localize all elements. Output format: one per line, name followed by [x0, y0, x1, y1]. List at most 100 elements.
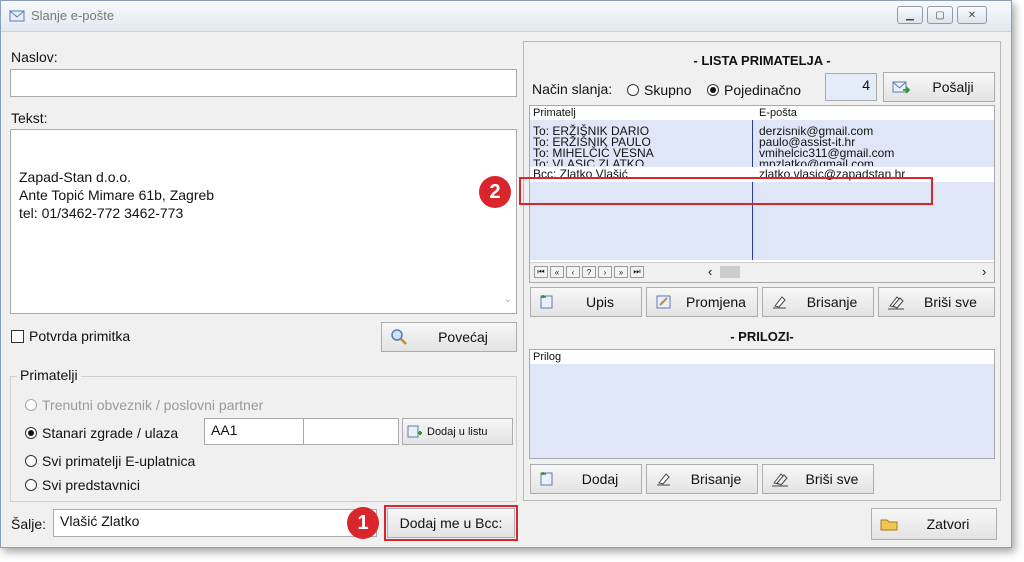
row-4-primatelj[interactable]: To: VLAŠIĆ ZLATKO	[533, 159, 644, 166]
naslov-label: Naslov:	[11, 49, 58, 65]
tekst-line-2: Ante Topić Mimare 61b, Zagreb	[19, 187, 215, 203]
radio-svi-eup-label: Svi primatelji E-uplatnica	[42, 453, 196, 469]
brisanje-prilog-button[interactable]: Brisanje	[646, 464, 758, 494]
maximize-icon: ▢	[935, 9, 945, 21]
grid-navigator[interactable]: ⏮ « ‹ ? › » ⏭	[534, 266, 646, 278]
nav-help-icon[interactable]: ?	[582, 266, 596, 278]
potvrda-label: Potvrda primitka	[29, 328, 131, 344]
nav-prev-icon[interactable]: ‹	[566, 266, 580, 278]
col-primatelj-header[interactable]: Primatelj	[533, 108, 576, 119]
radio-pojedinacno-label: Pojedinačno	[724, 82, 802, 98]
count-field[interactable]: 4	[825, 73, 877, 101]
scroll-left-icon[interactable]: ‹	[708, 264, 712, 279]
add-list-icon	[407, 425, 422, 437]
posalji-label: Pošalji	[932, 79, 974, 95]
radio-predstavnici[interactable]: Svi predstavnici	[25, 477, 140, 493]
tekst-line-1: Zapad-Stan d.o.o.	[19, 169, 132, 185]
nav-first-icon[interactable]: ⏮	[534, 266, 548, 278]
annotation-badge-1: 1	[347, 507, 379, 539]
dodaj-label: Dodaj	[581, 471, 619, 487]
stanari-input-2[interactable]	[303, 418, 399, 445]
row-4-eposta[interactable]: mpzlatko@gmail.com	[759, 159, 874, 166]
eraser-icon	[773, 296, 786, 309]
col-eposta-header[interactable]: E-pošta	[759, 108, 797, 119]
row-3-eposta[interactable]: vmihelcic311@gmail.com	[759, 147, 894, 159]
salje-input[interactable]: Vlašić Zlatko	[53, 509, 377, 537]
prilozi-title: - PRILOZI-	[730, 329, 794, 344]
highlight-box-1	[384, 505, 518, 541]
h-scroll-thumb[interactable]	[720, 266, 740, 278]
brisi-sve-label: Briši sve	[924, 294, 977, 310]
radio-skupno[interactable]: Skupno	[627, 82, 691, 98]
povecaj-label: Povećaj	[438, 329, 488, 345]
tekst-label: Tekst:	[11, 110, 48, 126]
tekst-line-3: tel: 01/3462-772 3462-773	[19, 205, 184, 221]
erase-all-icon	[888, 296, 904, 310]
brisanje-label: Brisanje	[806, 294, 858, 310]
row-3-primatelj[interactable]: To: MIHELČIĆ VESNA	[533, 147, 654, 159]
radio-pojedinacno-circle	[707, 84, 719, 96]
radio-stanari-circle	[25, 427, 37, 439]
naslov-input[interactable]	[10, 69, 517, 97]
highlight-box-2	[519, 177, 933, 205]
nav-next-icon[interactable]: ›	[598, 266, 612, 278]
erase-all-icon	[772, 473, 788, 487]
upis-button[interactable]: Upis	[530, 287, 642, 317]
col-prilog-header[interactable]: Prilog	[533, 352, 561, 363]
radio-trenutni-circle	[25, 399, 37, 411]
radio-predstavnici-label: Svi predstavnici	[42, 477, 141, 493]
close-button[interactable]: ✕	[957, 6, 987, 24]
dodaj-u-listu-button[interactable]: Dodaj u listu	[402, 418, 513, 445]
upis-label: Upis	[585, 294, 614, 310]
radio-svi-eup[interactable]: Svi primatelji E-uplatnica	[25, 453, 195, 469]
radio-stanari[interactable]: Stanari zgrade / ulaza	[25, 425, 178, 441]
brisanje-button[interactable]: Brisanje	[762, 287, 874, 317]
potvrda-checkbox[interactable]	[11, 329, 24, 343]
radio-stanari-label: Stanari zgrade / ulaza	[42, 425, 179, 441]
radio-svi-eup-circle	[25, 455, 37, 467]
add-attachment-icon	[540, 472, 553, 486]
radio-skupno-circle	[627, 84, 639, 96]
promjena-label: Promjena	[686, 294, 746, 310]
primatelji-group-title: Primatelji	[17, 367, 81, 383]
dodaj-u-listu-label: Dodaj u listu	[427, 425, 488, 438]
send-mail-icon	[892, 81, 910, 94]
posalji-button[interactable]: Pošalji	[883, 72, 995, 102]
promjena-button[interactable]: Promjena	[646, 287, 758, 317]
radio-skupno-label: Skupno	[644, 82, 692, 98]
salje-label: Šalje:	[11, 516, 47, 532]
scroll-right-icon[interactable]: ›	[982, 264, 986, 279]
edit-icon	[656, 295, 671, 309]
folder-close-icon	[880, 519, 898, 531]
dodaj-button[interactable]: Dodaj	[530, 464, 642, 494]
radio-predstavnici-circle	[25, 479, 37, 491]
brisi-sve-prilog-button[interactable]: Briši sve	[762, 464, 874, 494]
stanari-input-1[interactable]: AA1	[204, 418, 304, 445]
attachments-grid[interactable]: Prilog	[529, 349, 995, 459]
attachments-body-bg	[530, 364, 994, 458]
maximize-button[interactable]: ▢	[927, 6, 953, 24]
email-window: Slanje e-pošte ▁ ▢ ✕ Naslov: Tekst: Zapa…	[0, 0, 1012, 548]
nav-last-icon[interactable]: ⏭	[630, 266, 644, 278]
brisanje-prilog-label: Brisanje	[690, 471, 742, 487]
povecaj-button[interactable]: Povećaj	[381, 322, 517, 352]
tekst-textarea[interactable]: Zapad-Stan d.o.o. Ante Topić Mimare 61b,…	[10, 129, 517, 314]
nav-next-page-icon[interactable]: »	[614, 266, 628, 278]
potvrda-checkbox-row[interactable]: Potvrda primitka	[11, 328, 130, 344]
radio-trenutni-label: Trenutni obveznik / poslovni partner	[42, 397, 264, 413]
brisi-sve-button[interactable]: Briši sve	[878, 287, 995, 317]
zatvori-button[interactable]: Zatvori	[871, 508, 997, 540]
nav-prev-page-icon[interactable]: «	[550, 266, 564, 278]
radio-pojedinacno[interactable]: Pojedinačno	[707, 82, 801, 98]
add-row-icon	[540, 295, 553, 309]
magnifier-icon	[391, 329, 407, 345]
zatvori-label: Zatvori	[926, 516, 970, 532]
nacin-label: Način slanja:	[532, 81, 613, 97]
minimize-icon: ▁	[906, 9, 914, 21]
radio-trenutni[interactable]: Trenutni obveznik / poslovni partner	[25, 397, 263, 413]
lista-title: - LISTA PRIMATELJA -	[693, 53, 831, 68]
window-title: Slanje e-pošte	[31, 8, 115, 23]
title-bar: Slanje e-pošte ▁ ▢ ✕	[1, 1, 1011, 32]
brisi-sve-prilog-label: Briši sve	[805, 471, 859, 487]
minimize-button[interactable]: ▁	[897, 6, 923, 24]
